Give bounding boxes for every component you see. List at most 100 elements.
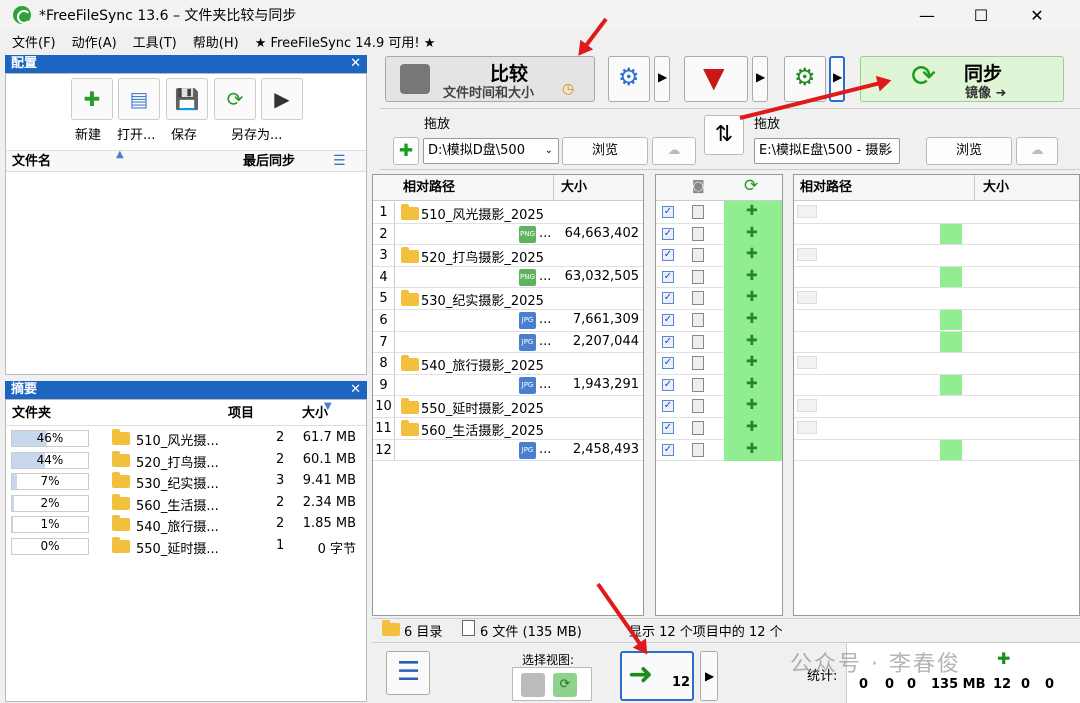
list-options-icon[interactable]: ☰ <box>333 153 346 169</box>
create-action-icon[interactable]: ✚ <box>746 354 758 370</box>
right-grid-row[interactable] <box>794 202 1079 224</box>
right-grid-row[interactable] <box>794 223 1079 246</box>
left-grid-row[interactable]: 5 530_纪实摄影_2025 <box>373 288 643 310</box>
left-grid-row[interactable]: 7 JPG... 2,207,044 <box>373 331 643 354</box>
left-grid-row[interactable]: 4 PNG... 63,032,505 <box>373 266 643 289</box>
menu-update-notice[interactable]: ★ FreeFileSync 14.9 可用! ★ <box>255 32 436 51</box>
summary-row[interactable]: 46% 510_风光摄... 2 61.7 MB <box>6 428 366 449</box>
minimize-button[interactable]: — <box>904 0 950 30</box>
right-grid-row[interactable] <box>794 310 1079 332</box>
create-action-icon[interactable]: ✚ <box>746 333 758 349</box>
save-as-sync-button[interactable]: ⟳ <box>214 78 256 120</box>
maximize-button[interactable]: ☐ <box>958 0 1004 30</box>
view-action-button[interactable]: ⟳ <box>553 673 577 697</box>
right-folder-select[interactable]: E:\模拟E盘\500 - 摄影 ⌄ <box>754 138 900 164</box>
right-cloud-button[interactable]: ☁ <box>1016 137 1058 165</box>
swap-sides-button[interactable]: ⇅ <box>704 115 744 155</box>
camera-icon[interactable]: ◙ <box>692 179 705 194</box>
right-browse-button[interactable]: 浏览 <box>926 137 1012 165</box>
col-items[interactable]: 项目 <box>228 403 254 425</box>
left-grid-row[interactable]: 11 560_生活摄影_2025 <box>373 418 643 440</box>
col-folder[interactable]: 文件夹 <box>12 403 51 425</box>
left-col-size[interactable]: 大小 <box>561 177 587 199</box>
create-action-icon[interactable]: ✚ <box>746 419 758 435</box>
include-checkbox[interactable]: ✓ <box>662 335 674 348</box>
left-grid-row[interactable]: 10 550_延时摄影_2025 <box>373 396 643 418</box>
include-checkbox[interactable]: ✓ <box>662 357 674 370</box>
left-browse-button[interactable]: 浏览 <box>562 137 648 165</box>
summary-row[interactable]: 44% 520_打鸟摄... 2 60.1 MB <box>6 450 366 471</box>
filter-dropdown-button[interactable]: ▶ <box>752 56 768 102</box>
summary-row[interactable]: 0% 550_延时摄... 1 0 字节 <box>6 536 366 557</box>
sync-direction-icon[interactable]: ⟳ <box>744 176 758 196</box>
left-grid-row[interactable]: 1 510_风光摄影_2025 <box>373 202 643 224</box>
include-checkbox[interactable]: ✓ <box>662 227 674 240</box>
menu-help[interactable]: 帮助(H) <box>193 32 239 51</box>
right-grid-row[interactable] <box>794 266 1079 289</box>
left-grid-row[interactable]: 8 540_旅行摄影_2025 <box>373 353 643 375</box>
left-grid-row[interactable]: 12 JPG... 2,458,493 <box>373 439 643 462</box>
right-grid-row[interactable] <box>794 353 1079 375</box>
compare-settings-button[interactable]: ⚙ <box>608 56 650 102</box>
right-col-size[interactable]: 大小 <box>983 177 1009 199</box>
config-close-icon[interactable]: ✕ <box>350 55 361 73</box>
create-action-icon[interactable]: ✚ <box>746 203 758 219</box>
create-action-icon[interactable]: ✚ <box>746 289 758 305</box>
include-checkbox[interactable]: ✓ <box>662 422 674 434</box>
right-grid-row[interactable] <box>794 396 1079 418</box>
left-grid-row[interactable]: 6 JPG... 7,661,309 <box>373 310 643 332</box>
right-grid-row[interactable] <box>794 374 1079 397</box>
save-as-batch-button[interactable]: ▶ <box>261 78 303 120</box>
more-filters-button[interactable]: ▶ <box>700 651 718 701</box>
compare-button[interactable]: 比较 文件时间和大小 ◷ <box>385 56 595 102</box>
summary-close-icon[interactable]: ✕ <box>350 381 361 399</box>
include-checkbox[interactable]: ✓ <box>662 206 674 218</box>
create-action-icon[interactable]: ✚ <box>746 225 758 241</box>
create-action-icon[interactable]: ✚ <box>746 311 758 327</box>
include-checkbox[interactable]: ✓ <box>662 270 674 283</box>
right-grid-row[interactable] <box>794 245 1079 267</box>
add-folder-pair-button[interactable]: ✚ <box>393 137 419 165</box>
create-action-icon[interactable]: ✚ <box>746 397 758 413</box>
include-checkbox[interactable]: ✓ <box>662 378 674 391</box>
log-list-button[interactable]: ☰ <box>386 651 430 695</box>
close-button[interactable]: ✕ <box>1014 0 1060 30</box>
create-action-icon[interactable]: ✚ <box>746 246 758 262</box>
include-checkbox[interactable]: ✓ <box>662 314 674 326</box>
left-cloud-button[interactable]: ☁ <box>652 137 696 165</box>
summary-row[interactable]: 1% 540_旅行摄... 2 1.85 MB <box>6 514 366 535</box>
right-grid-row[interactable] <box>794 288 1079 310</box>
include-checkbox[interactable]: ✓ <box>662 249 674 262</box>
left-grid-row[interactable]: 9 JPG... 1,943,291 <box>373 374 643 397</box>
col-filename[interactable]: 文件名 <box>12 151 51 173</box>
filter-button[interactable]: ▼ <box>684 56 748 102</box>
left-grid-row[interactable]: 3 520_打鸟摄影_2025 <box>373 245 643 267</box>
create-action-icon[interactable]: ✚ <box>746 376 758 392</box>
view-category-button[interactable] <box>521 673 545 697</box>
compare-dropdown-button[interactable]: ▶ <box>654 56 670 102</box>
include-checkbox[interactable]: ✓ <box>662 443 674 456</box>
menu-actions[interactable]: 动作(A) <box>72 32 117 51</box>
right-grid-row[interactable] <box>794 439 1079 462</box>
right-col-path[interactable]: 相对路径 <box>800 177 852 199</box>
right-grid-row[interactable] <box>794 331 1079 354</box>
row-number: 9 <box>373 374 395 396</box>
right-grid-row[interactable] <box>794 418 1079 440</box>
missing-folder-placeholder <box>797 421 817 434</box>
create-action-icon[interactable]: ✚ <box>746 268 758 284</box>
include-checkbox[interactable]: ✓ <box>662 292 674 305</box>
menu-tools[interactable]: 工具(T) <box>133 32 177 51</box>
open-config-button[interactable]: ▤ <box>118 78 160 120</box>
new-config-button[interactable]: ✚ <box>71 78 113 120</box>
include-checkbox[interactable]: ✓ <box>662 400 674 413</box>
left-col-path[interactable]: 相对路径 <box>403 177 455 199</box>
left-folder-select[interactable]: D:\模拟D盘\500 ⌄ <box>423 138 559 164</box>
left-grid-row[interactable]: 2 PNG... 64,663,402 <box>373 223 643 246</box>
summary-row[interactable]: 2% 560_生活摄... 2 2.34 MB <box>6 493 366 514</box>
col-last-sync[interactable]: 最后同步 <box>243 151 295 173</box>
menu-file[interactable]: 文件(F) <box>12 32 56 51</box>
summary-row[interactable]: 7% 530_纪实摄... 3 9.41 MB <box>6 471 366 492</box>
save-config-button[interactable]: 💾 <box>166 78 208 120</box>
create-action-icon[interactable]: ✚ <box>746 441 758 457</box>
create-filter-button[interactable]: ➜ 12 <box>620 651 694 701</box>
